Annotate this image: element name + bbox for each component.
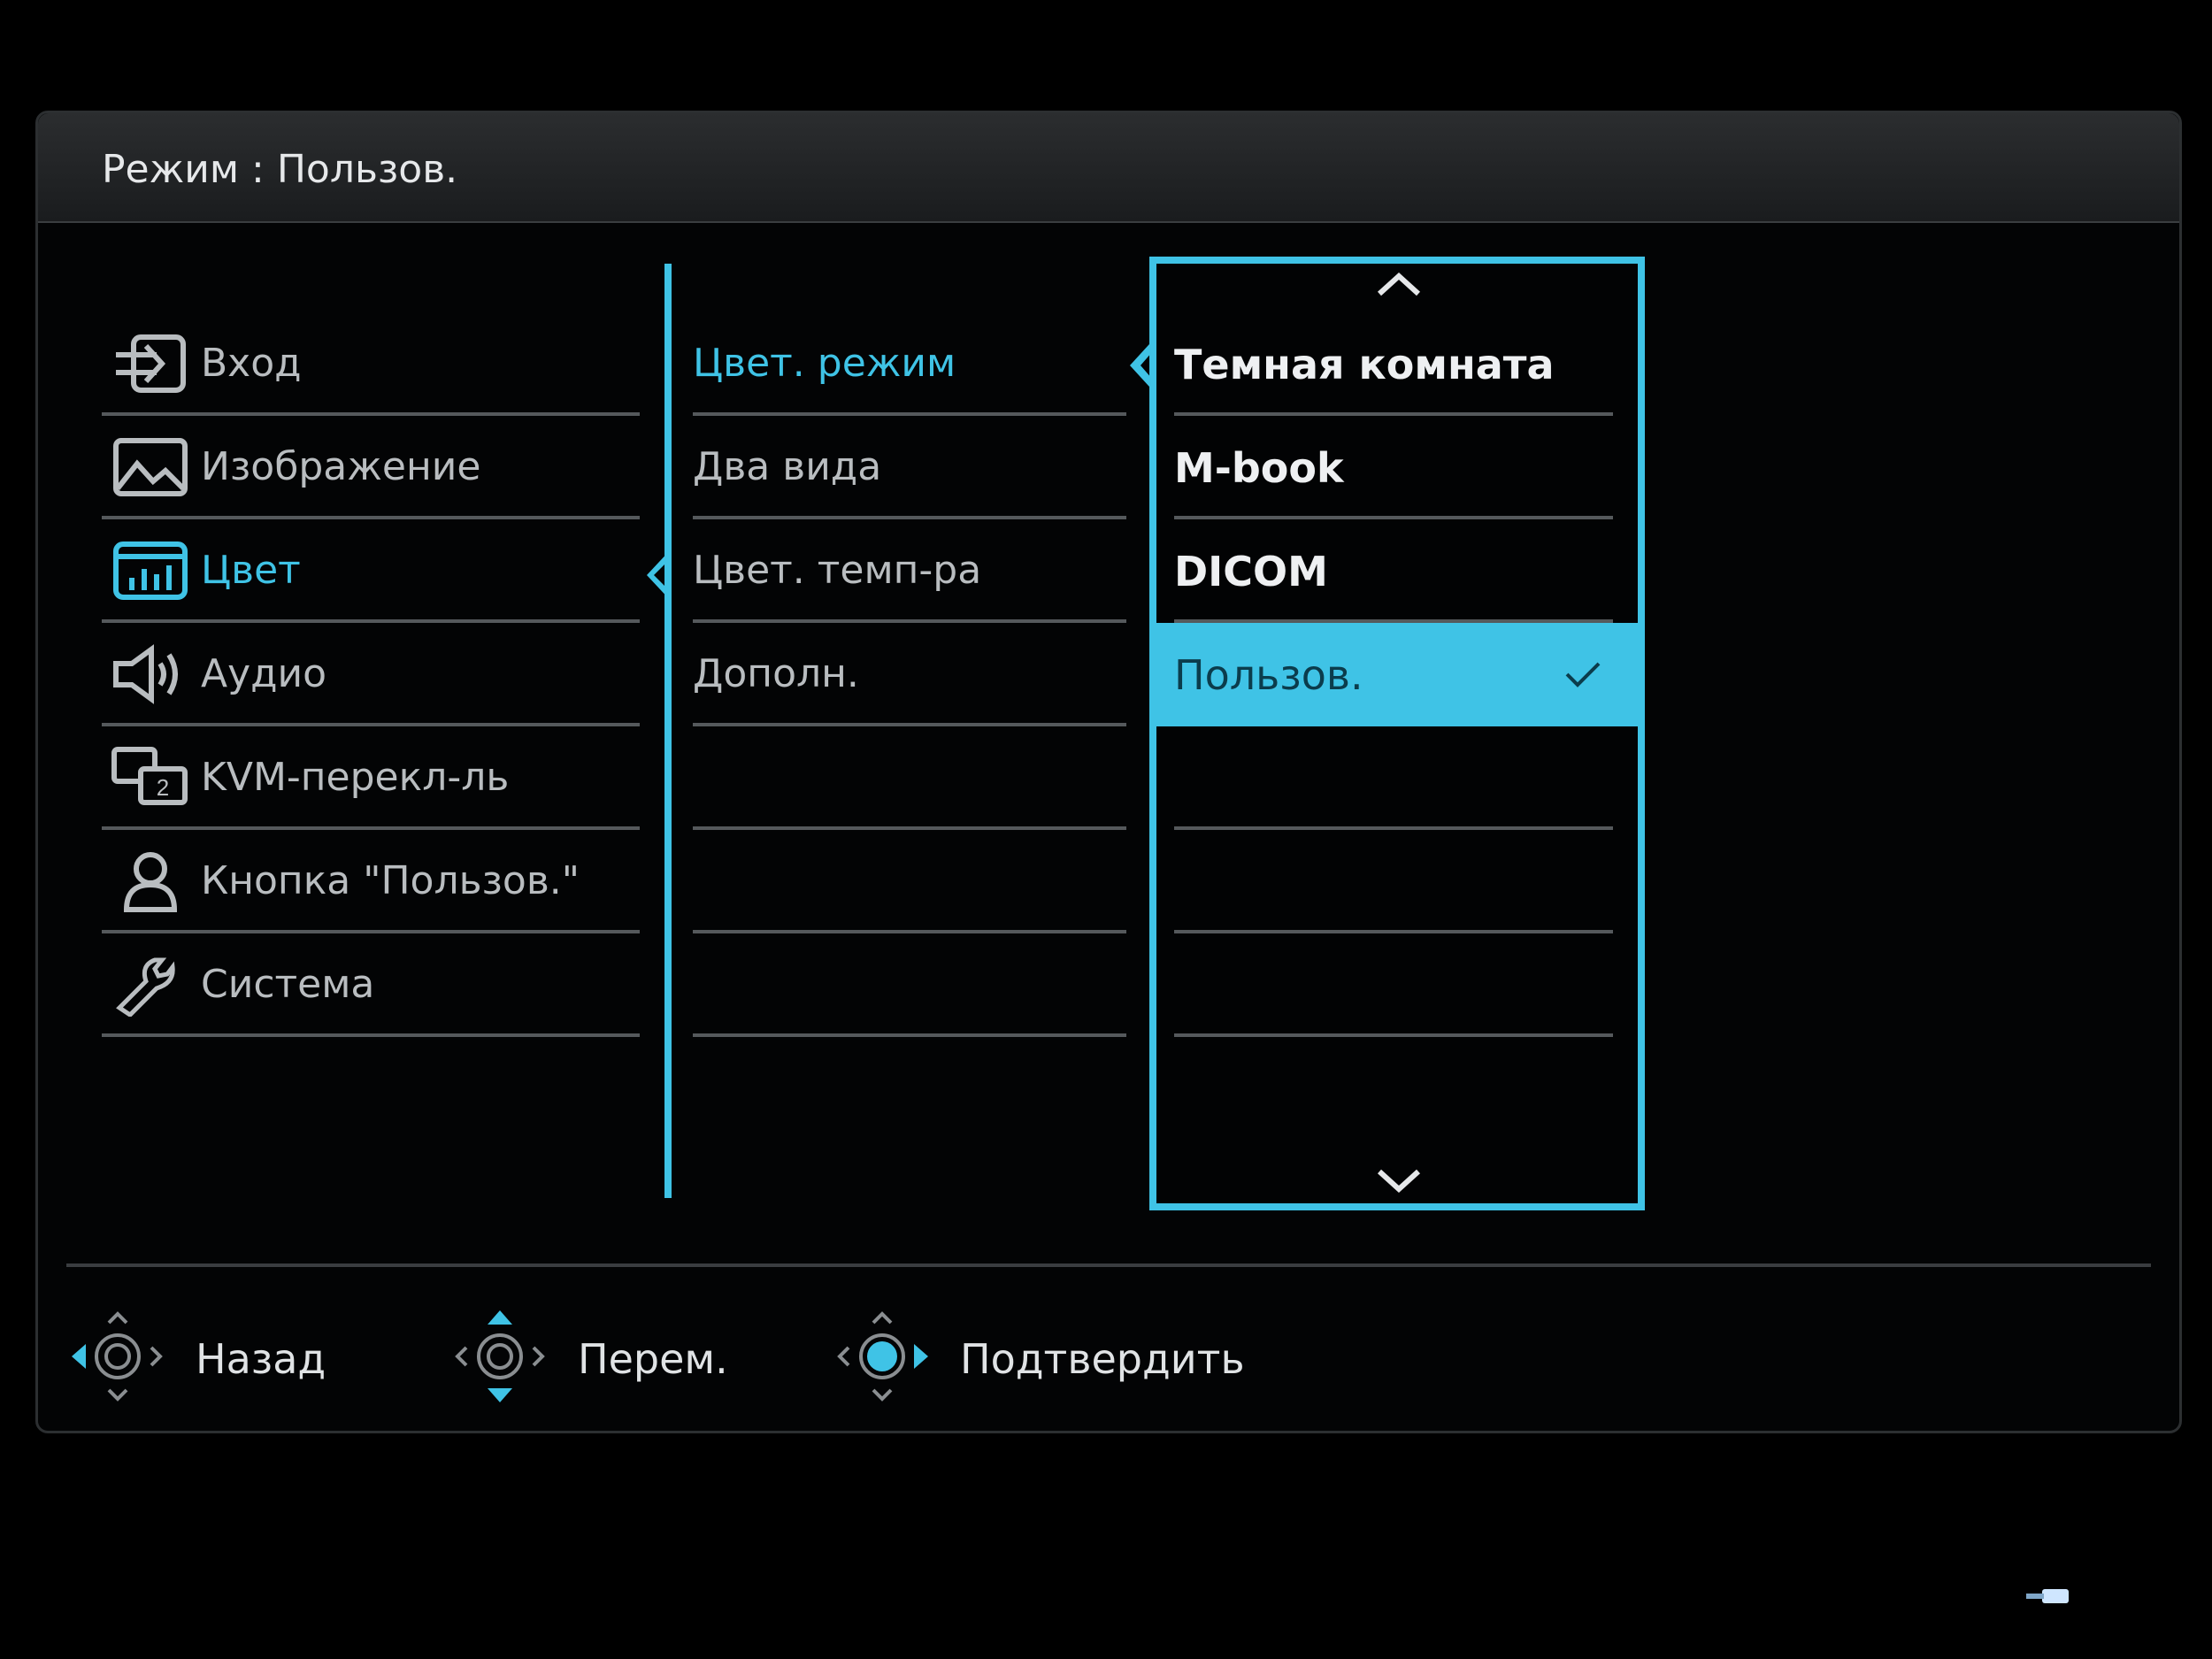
option-dicom[interactable]: DICOM <box>1174 519 1613 623</box>
option-list: Темная комната M-book DICOM Пользов. <box>1156 312 1638 1037</box>
option-empty-row <box>1174 830 1613 933</box>
menu-item-kvm[interactable]: 2 KVM-перекл-ль <box>102 726 640 830</box>
joystick-updown-icon <box>455 1310 545 1402</box>
submenu-item-label: Цвет. режим <box>693 341 956 386</box>
hint-confirm-label: Подтвердить <box>960 1335 1245 1383</box>
color-chart-icon <box>113 541 188 600</box>
osd-menu: Режим : Пользов. Вход Изображение Цвет А… <box>35 111 2182 1433</box>
option-label: Пользов. <box>1174 651 1363 699</box>
scroll-down-icon[interactable] <box>1372 1166 1425 1196</box>
picture-icon <box>113 438 188 496</box>
user-icon <box>123 852 178 912</box>
scroll-up-icon[interactable] <box>1372 269 1425 299</box>
menu-item-label: Цвет <box>201 548 301 593</box>
menu-item-label: Изображение <box>201 444 481 489</box>
option-dark-room[interactable]: Темная комната <box>1174 312 1613 416</box>
joystick-left-icon <box>72 1311 163 1402</box>
option-user[interactable]: Пользов. <box>1156 623 1638 726</box>
menu-item-label: Кнопка "Пользов." <box>201 858 580 903</box>
option-label: DICOM <box>1174 548 1328 595</box>
submenu-empty-row <box>693 933 1126 1037</box>
menu-item-picture[interactable]: Изображение <box>102 416 640 519</box>
option-label: M-book <box>1174 444 1344 492</box>
column-separator <box>664 264 672 1198</box>
hint-move-label: Перем. <box>578 1335 728 1383</box>
menu-item-custom-key[interactable]: Кнопка "Пользов." <box>102 830 640 933</box>
input-icon <box>116 334 186 393</box>
submenu-item-color-temp[interactable]: Цвет. темп-ра <box>693 519 1126 623</box>
menu-item-label: Система <box>201 962 375 1007</box>
checkmark-icon <box>1565 662 1601 687</box>
sub-menu: Цвет. режим Два вида Цвет. темп-ра Допол… <box>693 312 1126 1037</box>
power-led-icon <box>2026 1589 2069 1603</box>
menu-item-label: Вход <box>201 341 302 386</box>
menu-item-input[interactable]: Вход <box>102 312 640 416</box>
option-label: Темная комната <box>1174 341 1555 388</box>
svg-text:2: 2 <box>157 774 169 801</box>
joystick-right-icon <box>837 1311 928 1402</box>
submenu-item-label: Дополн. <box>693 651 859 696</box>
wrench-icon <box>116 957 175 1017</box>
title-bar: Режим : Пользов. <box>38 113 2179 223</box>
submenu-item-label: Два вида <box>693 444 882 489</box>
mode-title: Режим : Пользов. <box>102 147 458 192</box>
submenu-item-color-mode[interactable]: Цвет. режим <box>693 312 1126 416</box>
option-empty-row <box>1174 933 1613 1037</box>
submenu-item-label: Цвет. темп-ра <box>693 548 982 593</box>
option-empty-row <box>1174 726 1613 830</box>
speaker-icon <box>113 644 178 704</box>
main-menu: Вход Изображение Цвет Аудио 2 KVM-перекл… <box>102 312 640 1037</box>
selection-pointer <box>647 549 672 602</box>
submenu-item-advanced[interactable]: Дополн. <box>693 623 1126 726</box>
menu-item-system[interactable]: Система <box>102 933 640 1037</box>
menu-item-label: KVM-перекл-ль <box>201 755 510 800</box>
submenu-empty-row <box>693 830 1126 933</box>
menu-item-label: Аудио <box>201 651 327 696</box>
submenu-item-dual-view[interactable]: Два вида <box>693 416 1126 519</box>
menu-item-audio[interactable]: Аудио <box>102 623 640 726</box>
footer-divider <box>66 1263 2151 1267</box>
menu-item-color[interactable]: Цвет <box>102 519 640 623</box>
hint-back-label: Назад <box>196 1335 326 1383</box>
kvm-switch-icon: 2 <box>111 747 188 805</box>
option-m-book[interactable]: M-book <box>1174 416 1613 519</box>
color-mode-options: Темная комната M-book DICOM Пользов. <box>1149 257 1645 1210</box>
submenu-empty-row <box>693 726 1126 830</box>
